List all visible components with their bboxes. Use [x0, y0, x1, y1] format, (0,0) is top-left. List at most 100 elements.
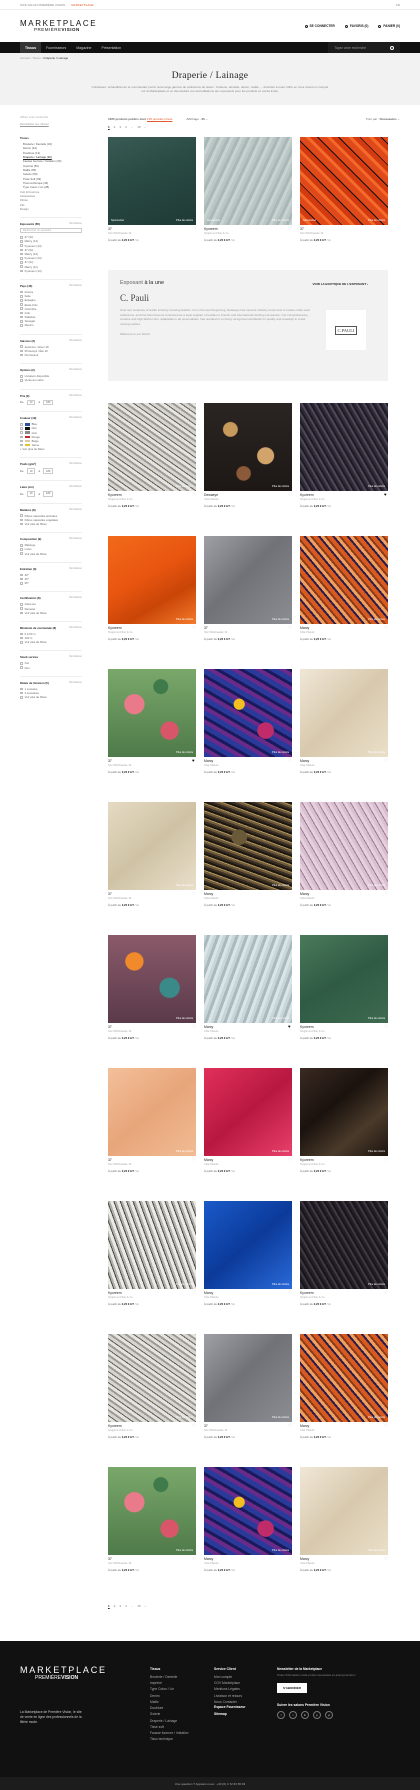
filter-reset[interactable]: Réinitialiser	[69, 485, 82, 489]
filter-header[interactable]: Stock service Réinitialiser	[20, 655, 82, 659]
product-name[interactable]: Kyoreem	[300, 493, 314, 497]
product-card[interactable]: Plus de coloris 37 ♡ Soir Withdrawale 19 À p…	[108, 935, 196, 1068]
more-colors-badge[interactable]: Plus de coloris	[272, 485, 289, 488]
checkbox[interactable]	[20, 374, 23, 378]
favorite-heart-icon[interactable]: ♡	[192, 1025, 196, 1029]
checkbox[interactable]	[20, 353, 23, 357]
more-colors-badge[interactable]: Plus de coloris	[272, 1017, 289, 1020]
range-min-input[interactable]: 10	[26, 491, 36, 497]
favorite-heart-icon[interactable]: ♡	[288, 759, 292, 763]
page-3[interactable]: 3	[119, 1604, 121, 1608]
checkbox[interactable]	[20, 345, 23, 349]
product-image[interactable]: Plus de coloris	[300, 1334, 388, 1422]
breadcrumb-home[interactable]: Accueil	[20, 56, 30, 60]
favorite-heart-icon[interactable]: ♡	[192, 1424, 196, 1428]
login-link[interactable]: SE CONNECTER	[304, 24, 335, 28]
product-image[interactable]: Plus de coloris	[300, 1467, 388, 1555]
product-name[interactable]: Kyoreem	[204, 227, 218, 231]
product-supplier[interactable]: Côté Plaisirs	[204, 498, 292, 501]
favorite-heart-icon[interactable]: ♡	[288, 1158, 292, 1162]
checkbox[interactable]	[20, 696, 23, 699]
filter-option[interactable]: 60°	[20, 581, 82, 585]
product-supplier[interactable]: Singlemut Fiber & Co	[108, 498, 196, 501]
product-card[interactable]: Plus de coloris Marcy ♡ Côté Plaisirs À part…	[300, 1467, 388, 1600]
filter-option[interactable]: Permanent	[20, 353, 82, 357]
checkbox[interactable]	[20, 294, 23, 298]
product-card[interactable]: Plus de coloris 37 ♡ Soir Withdrawale 19 À p…	[108, 1467, 196, 1600]
filter-option[interactable]: Voir plus de filtres	[20, 522, 82, 526]
page-next[interactable]: ›	[145, 125, 146, 129]
product-supplier[interactable]: Soir Withdrawale 19	[300, 232, 388, 235]
footer-sitemap-link[interactable]: Sitemap	[214, 1712, 246, 1717]
filter-reset[interactable]: Réinitialiser	[69, 339, 82, 343]
product-name[interactable]: Kyoreem	[108, 1424, 122, 1428]
product-image[interactable]: Plus de coloris	[108, 403, 196, 491]
product-card[interactable]: Plus de coloris Marcy ♡ Côté Plaisirs À part…	[204, 669, 292, 802]
product-image[interactable]: Plus de coloris	[204, 1334, 292, 1422]
favorite-heart-icon[interactable]: ♡	[192, 1557, 196, 1561]
site-link[interactable]: SITE SALON PREMIÈRE VISION	[20, 3, 65, 7]
social-in-icon[interactable]: in	[301, 1711, 309, 1719]
checkbox[interactable]	[20, 439, 23, 443]
filter-reset[interactable]: Réinitialiser	[69, 416, 82, 420]
product-name[interactable]: Kyoreem	[108, 626, 122, 630]
favorite-heart-icon[interactable]: ♡	[384, 759, 388, 763]
more-colors-badge[interactable]: Plus de coloris	[272, 1150, 289, 1153]
product-supplier[interactable]: Singlemut Fiber & Co	[204, 232, 292, 235]
product-image[interactable]: Plus de coloris	[108, 935, 196, 1023]
more-colors-badge[interactable]: Plus de coloris	[176, 1150, 193, 1153]
filter-option[interactable]: Voir plus de filtres	[20, 552, 82, 556]
filter-reset[interactable]: Réinitialiser	[69, 368, 82, 372]
filter-option[interactable]: Voir plus de filtres	[20, 640, 82, 644]
product-card[interactable]: Plus de coloris Kyoreem ♡ Singlemut Fiber &…	[300, 1068, 388, 1201]
product-card[interactable]: Plus de coloris Kyoreem ♡ Singlemut Fiber &…	[300, 1201, 388, 1334]
product-supplier[interactable]: Côté Plaisirs	[300, 897, 388, 900]
product-card[interactable]: Plus de coloris Marcy ♡ Côté Plaisirs À part…	[204, 1467, 292, 1600]
favorite-heart-icon[interactable]: ♡	[288, 493, 292, 497]
filter-header[interactable]: Minimum de commande (8) Réinitialiser	[20, 626, 82, 630]
favorite-heart-icon[interactable]: ♡	[288, 626, 292, 630]
product-image[interactable]: Plus de coloris	[108, 1068, 196, 1156]
more-colors-badge[interactable]: Plus de coloris	[368, 1017, 385, 1020]
search-input[interactable]: Tapez votre recherche	[328, 42, 400, 53]
favorite-heart-icon[interactable]: ♡	[384, 1557, 388, 1561]
filter-reset[interactable]: Réinitialiser	[69, 462, 82, 466]
filter-reset[interactable]: Réinitialiser	[69, 284, 82, 288]
filter-reset[interactable]: Réinitialiser	[69, 596, 82, 600]
more-colors-badge[interactable]: Plus de coloris	[176, 1283, 193, 1286]
product-name[interactable]: Marcy	[300, 759, 309, 763]
checkbox[interactable]	[20, 324, 23, 327]
page-1[interactable]: 1	[108, 1604, 110, 1608]
breadcrumb-tissus[interactable]: Tissus	[32, 56, 41, 60]
product-image[interactable]: Plus de coloris	[300, 1201, 388, 1289]
checkbox[interactable]	[20, 248, 23, 252]
exposant-search-input[interactable]: Rechercher un exposant	[20, 228, 82, 234]
favorite-heart-icon[interactable]: ♡	[192, 227, 196, 231]
checkbox[interactable]	[20, 662, 23, 665]
social-yt-icon[interactable]: yt	[325, 1711, 333, 1719]
product-name[interactable]: 37	[108, 227, 112, 231]
more-colors-badge[interactable]: Plus de coloris	[176, 751, 193, 754]
checkbox[interactable]	[20, 315, 23, 319]
product-card[interactable]: Plus de coloris Kyoreem ♥ Singlemut Fiber &…	[300, 403, 388, 536]
product-supplier[interactable]: Côté Plaisirs	[204, 1562, 292, 1565]
filter-header[interactable]: Matières (8) Réinitialiser	[20, 508, 82, 512]
filter-header[interactable]: Certification (8) Réinitialiser	[20, 596, 82, 600]
logo[interactable]: MARKETPLACE PREMIÈREVISION	[20, 19, 97, 33]
favorite-heart-icon[interactable]: ♥	[192, 759, 196, 763]
product-name[interactable]: 37	[204, 1424, 208, 1428]
more-colors-badge[interactable]: Plus de coloris	[176, 485, 193, 488]
category-tissus[interactable]: Tissus	[20, 136, 82, 140]
filter-reset[interactable]: Réinitialiser	[69, 567, 82, 571]
product-card[interactable]: Sponsorisé Plus de coloris 37 ♡ Soir Withdra…	[108, 137, 196, 270]
product-card[interactable]: Plus de coloris Kyoreem ♡ Singlemut Fiber &…	[108, 536, 196, 669]
favorite-heart-icon[interactable]: ♡	[288, 1557, 292, 1561]
favorite-heart-icon[interactable]: ♡	[192, 892, 196, 896]
more-colors-badge[interactable]: Plus de coloris	[176, 884, 193, 887]
checkbox[interactable]	[20, 244, 23, 248]
range-max-input[interactable]: 180	[43, 491, 54, 497]
marketplace-link[interactable]: MARKETPLACE	[71, 3, 93, 7]
filter-reset[interactable]: Réinitialiser	[69, 508, 82, 512]
footer-logo[interactable]: MARKETPLACE PREMIÈREVISION	[20, 1665, 107, 1681]
favorite-heart-icon[interactable]: ♡	[288, 227, 292, 231]
